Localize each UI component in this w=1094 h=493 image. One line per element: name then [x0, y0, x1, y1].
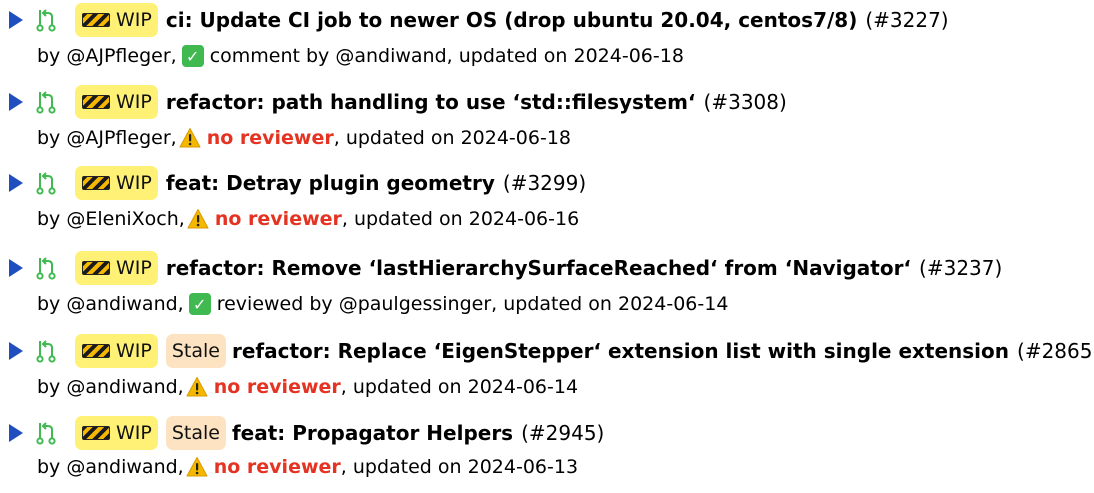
construction-barrier-icon — [82, 13, 110, 27]
check-mark-icon: ✓ — [181, 45, 204, 67]
merge-request-meta: by @EleniXoch, no reviewer, updated on 2… — [37, 208, 580, 230]
warning-triangle-icon — [187, 209, 209, 229]
triangle-right-icon[interactable] — [9, 342, 23, 360]
by-label: by — [37, 208, 61, 230]
wip-badge: WIP — [75, 334, 158, 368]
merge-request-meta: by @andiwand, ✓ reviewed by @paulgessing… — [37, 293, 729, 315]
merge-request-icon — [36, 257, 56, 280]
wip-badge: WIP — [75, 416, 158, 450]
by-label: by — [37, 456, 61, 478]
updated-date: 2024-06-18 — [573, 45, 684, 67]
merge-request-header: WIP refactor: path handling to use ‘std:… — [0, 82, 787, 122]
triangle-right-icon[interactable] — [9, 11, 23, 29]
merge-request-header: WIP Stale feat: Propagator Helpers (#294… — [0, 413, 604, 453]
wip-badge: WIP — [75, 85, 158, 119]
author-link[interactable]: @EleniXoch — [66, 208, 178, 230]
review-status: no reviewer — [214, 208, 342, 230]
check-mark-icon: ✓ — [188, 293, 211, 315]
review-status: no reviewer — [213, 376, 341, 398]
merge-request-meta: by @andiwand, no reviewer, updated on 20… — [37, 456, 579, 478]
merge-request-icon — [36, 9, 56, 32]
wip-label: WIP — [116, 422, 152, 444]
merge-request-icon — [36, 422, 56, 445]
merge-request-number[interactable]: (#3227) — [865, 8, 948, 32]
triangle-right-icon[interactable] — [9, 93, 23, 111]
merge-request-meta: by @AJPfleger, no reviewer, updated on 2… — [37, 127, 571, 149]
construction-barrier-icon — [82, 344, 110, 358]
construction-barrier-icon — [82, 261, 110, 275]
wip-label: WIP — [116, 257, 152, 279]
wip-badge: WIP — [75, 166, 158, 200]
wip-badge: WIP — [75, 251, 158, 285]
merge-request-header: WIP refactor: Remove ‘lastHierarchySurfa… — [0, 248, 1002, 288]
by-label: by — [37, 45, 61, 67]
merge-request-meta: by @AJPfleger, ✓ comment by @andiwand, u… — [37, 45, 684, 67]
wip-label: WIP — [116, 172, 152, 194]
merge-request-item: WIP Stale feat: Propagator Helpers (#294… — [0, 413, 1094, 493]
merge-request-item: WIP refactor: Remove ‘lastHierarchySurfa… — [0, 248, 1094, 328]
construction-barrier-icon — [82, 95, 110, 109]
wip-badge: WIP — [75, 3, 158, 37]
review-status: comment by @andiwand — [209, 45, 447, 67]
updated-date: 2024-06-14 — [467, 376, 579, 398]
merge-request-header: WIP Stale refactor: Replace ‘EigenSteppe… — [0, 331, 1094, 371]
warning-triangle-icon — [186, 457, 208, 477]
wip-label: WIP — [116, 91, 152, 113]
construction-barrier-icon — [82, 176, 110, 190]
merge-request-number[interactable]: (#3237) — [919, 256, 1002, 280]
review-status: no reviewer — [206, 127, 334, 149]
merge-request-number[interactable]: (#3308) — [704, 90, 787, 114]
review-status: reviewed by @paulgessinger — [216, 293, 492, 315]
merge-request-item: WIP feat: Detray plugin geometry (#3299)… — [0, 163, 1094, 243]
merge-request-header: WIP ci: Update CI job to newer OS (drop … — [0, 0, 949, 40]
merge-request-item: WIP Stale refactor: Replace ‘EigenSteppe… — [0, 331, 1094, 411]
merge-request-title[interactable]: refactor: Replace ‘EigenStepper‘ extensi… — [232, 339, 1009, 363]
wip-label: WIP — [116, 340, 152, 362]
by-label: by — [37, 376, 61, 398]
merge-request-icon — [36, 172, 56, 195]
author-link[interactable]: @AJPfleger — [66, 45, 170, 67]
merge-request-number[interactable]: (#2945) — [521, 421, 604, 445]
merge-request-title[interactable]: refactor: Remove ‘lastHierarchySurfaceRe… — [166, 256, 911, 280]
wip-label: WIP — [116, 9, 152, 31]
merge-request-meta: by @andiwand, no reviewer, updated on 20… — [37, 376, 579, 398]
review-status: no reviewer — [213, 456, 341, 478]
merge-request-title[interactable]: feat: Detray plugin geometry — [166, 171, 495, 195]
by-label: by — [37, 293, 61, 315]
merge-request-item: WIP ci: Update CI job to newer OS (drop … — [0, 0, 1094, 80]
author-link[interactable]: @andiwand — [66, 456, 177, 478]
warning-triangle-icon — [186, 377, 208, 397]
by-label: by — [37, 127, 61, 149]
updated-date: 2024-06-16 — [468, 208, 580, 230]
merge-request-icon — [36, 340, 56, 363]
author-link[interactable]: @AJPfleger — [66, 127, 170, 149]
merge-request-header: WIP feat: Detray plugin geometry (#3299) — [0, 163, 586, 203]
merge-request-title[interactable]: refactor: path handling to use ‘std::fil… — [166, 90, 696, 114]
construction-barrier-icon — [82, 426, 110, 440]
merge-request-icon — [36, 91, 56, 114]
triangle-right-icon[interactable] — [9, 174, 23, 192]
merge-request-title[interactable]: feat: Propagator Helpers — [232, 421, 513, 445]
triangle-right-icon[interactable] — [9, 259, 23, 277]
merge-request-title[interactable]: ci: Update CI job to newer OS (drop ubun… — [166, 8, 857, 32]
warning-triangle-icon — [179, 128, 201, 148]
triangle-right-icon[interactable] — [9, 424, 23, 442]
stale-badge: Stale — [165, 416, 226, 450]
merge-request-item: WIP refactor: path handling to use ‘std:… — [0, 82, 1094, 162]
stale-badge: Stale — [165, 334, 226, 368]
author-link[interactable]: @andiwand — [66, 293, 177, 315]
updated-date: 2024-06-13 — [467, 456, 579, 478]
author-link[interactable]: @andiwand — [66, 376, 177, 398]
merge-request-number[interactable]: (#2865) — [1017, 339, 1094, 363]
updated-date: 2024-06-14 — [618, 293, 729, 315]
updated-date: 2024-06-18 — [460, 127, 571, 149]
merge-request-list: WIP ci: Update CI job to newer OS (drop … — [0, 0, 1094, 483]
merge-request-number[interactable]: (#3299) — [503, 171, 586, 195]
